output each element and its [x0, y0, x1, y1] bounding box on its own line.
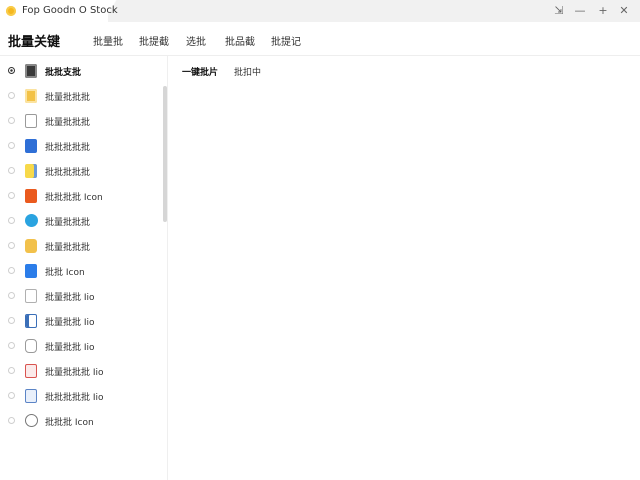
archive-file-icon: [25, 239, 37, 253]
app-title: Fop Goodn O Stock: [22, 5, 118, 16]
sidebar-item-label: 批批批批批: [45, 168, 91, 178]
radio-button[interactable]: [8, 117, 15, 124]
nav-item-5[interactable]: 批提记: [271, 33, 301, 48]
sidebar-item-label: 批批批批批 Iio: [45, 393, 104, 403]
sidebar-item-9[interactable]: 批批 Icon: [0, 260, 160, 282]
sidebar-item-label: 批量批批 Iio: [45, 343, 95, 353]
sidebar-item-label: 批批批批批: [45, 143, 91, 153]
nav-item-1[interactable]: 批量批: [93, 33, 123, 48]
nav-item-4[interactable]: 批品截: [225, 33, 255, 48]
close-button[interactable]: ✕: [615, 3, 633, 19]
nav-item-3[interactable]: 选批: [186, 33, 206, 48]
image-file-icon: [25, 64, 37, 78]
sidebar-item-8[interactable]: 批量批批批: [0, 235, 160, 257]
red-doc-file-icon: [25, 364, 37, 378]
word-file-icon: [25, 139, 37, 153]
tab-processing[interactable]: 批扣中: [234, 65, 261, 78]
radio-button[interactable]: [8, 342, 15, 349]
radio-button[interactable]: [8, 192, 15, 199]
sidebar-item-2[interactable]: 批量批批批: [0, 85, 160, 107]
sidebar: 批批支批 批量批批批 批量批批批 批批批批批 批批批批批 批批批批 Icon 批…: [0, 56, 168, 480]
sidebar-item-label: 批量批批批: [45, 243, 91, 253]
radio-button[interactable]: [8, 92, 15, 99]
sidebar-item-11[interactable]: 批量批批 Iio: [0, 310, 160, 332]
radio-button[interactable]: [8, 167, 15, 174]
radio-button[interactable]: [8, 242, 15, 249]
book-file-icon: [25, 314, 37, 328]
nav-item-2[interactable]: 批提截: [139, 33, 169, 48]
radio-button[interactable]: [8, 317, 15, 324]
sidebar-item-6[interactable]: 批批批批 Icon: [0, 185, 160, 207]
radio-button[interactable]: [8, 392, 15, 399]
sidebar-item-label: 批量批批批: [45, 93, 91, 103]
maximize-button[interactable]: +: [594, 3, 612, 19]
sidebar-item-label: 批量批批 Iio: [45, 318, 95, 328]
sidebar-item-3[interactable]: 批量批批批: [0, 110, 160, 132]
sidebar-item-label: 批量批批 Iio: [45, 293, 95, 303]
sidebar-item-label: 批量批批批: [45, 218, 91, 228]
radio-button[interactable]: [8, 142, 15, 149]
page-title: 批量关键: [8, 35, 61, 50]
sidebar-item-label: 批批批批 Icon: [45, 193, 103, 203]
sidebar-item-15[interactable]: 批批批 Icon: [0, 410, 160, 432]
radio-button[interactable]: [8, 367, 15, 374]
app-logo-icon: [6, 6, 16, 16]
minimize-button[interactable]: —: [571, 3, 589, 19]
radio-button[interactable]: [8, 217, 15, 224]
radio-button[interactable]: [8, 267, 15, 274]
chat-file-icon: [25, 414, 38, 427]
table-file-icon: [25, 389, 37, 403]
globe-file-icon: [25, 214, 38, 227]
sidebar-item-10[interactable]: 批量批批 Iio: [0, 285, 160, 307]
sidebar-item-5[interactable]: 批批批批批: [0, 160, 160, 182]
sidebar-item-7[interactable]: 批量批批批: [0, 210, 160, 232]
folder-file-icon: [25, 89, 37, 103]
sidebar-item-4[interactable]: 批批批批批: [0, 135, 160, 157]
note-file-icon: [25, 164, 37, 178]
sidebar-item-label: 批批支批: [45, 68, 82, 78]
link-file-icon: [25, 339, 37, 353]
text-file-icon: [25, 289, 37, 303]
sidebar-item-label: 批量批批批 Iio: [45, 368, 104, 378]
sidebar-item-12[interactable]: 批量批批 Iio: [0, 335, 160, 357]
sidebar-item-label: 批批 Icon: [45, 268, 85, 278]
pdf-file-icon: [25, 189, 37, 203]
sidebar-scrollbar[interactable]: [163, 86, 167, 222]
main-content: 一键批片 批扣中: [168, 56, 640, 480]
top-header: 批量关键 批量批 批提截 选批 批品截 批提记: [0, 22, 640, 56]
pin-window-icon[interactable]: ⇲: [550, 3, 568, 19]
document-file-icon: [25, 114, 37, 128]
radio-button[interactable]: [8, 292, 15, 299]
sidebar-item-label: 批批批 Icon: [45, 418, 94, 428]
sidebar-item-label: 批量批批批: [45, 118, 91, 128]
tab-one-click[interactable]: 一键批片: [182, 65, 218, 78]
radio-button[interactable]: [8, 417, 15, 424]
presentation-file-icon: [25, 264, 37, 278]
radio-button[interactable]: [8, 67, 15, 74]
sidebar-item-1[interactable]: 批批支批: [0, 60, 160, 82]
sidebar-item-14[interactable]: 批批批批批 Iio: [0, 385, 160, 407]
sidebar-item-13[interactable]: 批量批批批 Iio: [0, 360, 160, 382]
title-bar: Fop Goodn O Stock ⇲ — + ✕: [0, 0, 640, 22]
